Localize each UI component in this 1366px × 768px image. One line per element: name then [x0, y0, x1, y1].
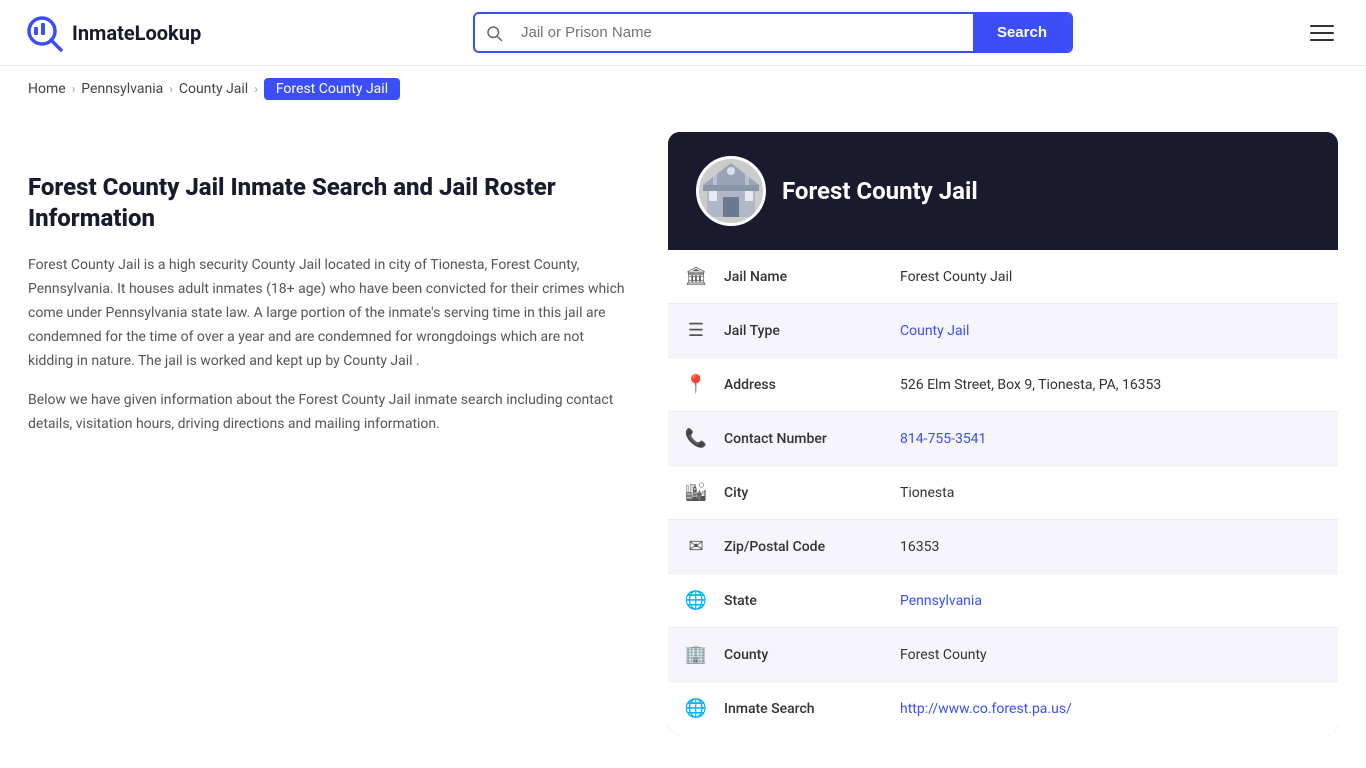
search-icon [485, 24, 503, 42]
jail-avatar [696, 156, 766, 226]
card-header: Forest County Jail [668, 132, 1338, 250]
row-link[interactable]: 814-755-3541 [900, 431, 986, 447]
row-icon: 🏛 [668, 250, 724, 303]
breadcrumb: Home › Pennsylvania › County Jail › Fore… [0, 66, 1366, 112]
row-icon: 🏙 [668, 466, 724, 519]
breadcrumb-sep-3: › [254, 82, 258, 96]
hamburger-line-1 [1310, 25, 1334, 27]
row-icon: 🌐 [668, 574, 724, 627]
page-title: Forest County Jail Inmate Search and Jai… [28, 172, 628, 234]
row-value[interactable]: 814-755-3541 [884, 415, 1338, 463]
row-label: Address [724, 361, 884, 409]
row-value[interactable]: http://www.co.forest.pa.us/ [884, 685, 1338, 733]
site-header: InmateLookup Search [0, 0, 1366, 66]
row-label: Inmate Search [724, 685, 884, 733]
hamburger-line-3 [1310, 39, 1334, 41]
search-area: Search [264, 12, 1282, 53]
table-row: 🏢CountyForest County [668, 628, 1338, 682]
row-link[interactable]: http://www.co.forest.pa.us/ [900, 701, 1072, 717]
description-paragraph-1: Forest County Jail is a high security Co… [28, 254, 628, 373]
row-icon: 🏢 [668, 628, 724, 681]
table-row: 🏛Jail NameForest County Jail [668, 250, 1338, 304]
row-value: Forest County [884, 631, 1338, 679]
row-label: State [724, 577, 884, 625]
search-form: Search [473, 12, 1073, 53]
description-paragraph-2: Below we have given information about th… [28, 389, 628, 437]
logo-icon [24, 13, 64, 53]
row-label: Jail Type [724, 307, 884, 355]
row-value: Forest County Jail [884, 253, 1338, 301]
search-icon-wrap [475, 14, 513, 51]
breadcrumb-sep-1: › [72, 82, 76, 96]
table-row: 📍Address526 Elm Street, Box 9, Tionesta,… [668, 358, 1338, 412]
main-content: Forest County Jail Inmate Search and Jai… [0, 112, 1366, 755]
row-value: 16353 [884, 523, 1338, 571]
row-label: City [724, 469, 884, 517]
info-card: Forest County Jail 🏛Jail NameForest Coun… [668, 132, 1338, 735]
left-panel: Forest County Jail Inmate Search and Jai… [28, 132, 668, 735]
row-link[interactable]: Pennsylvania [900, 593, 982, 609]
breadcrumb-state[interactable]: Pennsylvania [81, 81, 163, 97]
table-row: ✉Zip/Postal Code16353 [668, 520, 1338, 574]
table-row: 🌐State Pennsylvania [668, 574, 1338, 628]
row-label: Zip/Postal Code [724, 523, 884, 571]
row-icon: ☰ [668, 304, 724, 357]
breadcrumb-home[interactable]: Home [28, 81, 66, 97]
hamburger-button[interactable] [1302, 17, 1342, 49]
hamburger-line-2 [1310, 32, 1334, 34]
row-label: County [724, 631, 884, 679]
breadcrumb-type[interactable]: County Jail [179, 81, 248, 97]
row-value: Tionesta [884, 469, 1338, 517]
breadcrumb-current: Forest County Jail [264, 78, 400, 100]
row-icon: 📍 [668, 358, 724, 411]
jail-building-icon [699, 159, 763, 223]
card-title: Forest County Jail [782, 177, 978, 205]
row-label: Contact Number [724, 415, 884, 463]
row-link[interactable]: County Jail [900, 323, 969, 339]
row-value[interactable]: County Jail [884, 307, 1338, 355]
table-row: 🌐Inmate Search http://www.co.forest.pa.us… [668, 682, 1338, 735]
breadcrumb-sep-2: › [169, 82, 173, 96]
row-value: 526 Elm Street, Box 9, Tionesta, PA, 163… [884, 361, 1338, 409]
search-button[interactable]: Search [973, 14, 1071, 51]
row-icon: ✉ [668, 520, 724, 573]
search-input[interactable] [513, 14, 973, 51]
logo-text: InmateLookup [72, 21, 201, 45]
row-icon: 📞 [668, 412, 724, 465]
table-row: 🏙CityTionesta [668, 466, 1338, 520]
row-label: Jail Name [724, 253, 884, 301]
table-row: ☰Jail Type County Jail [668, 304, 1338, 358]
table-row: 📞Contact Number 814-755-3541 [668, 412, 1338, 466]
row-icon: 🌐 [668, 682, 724, 735]
logo-link[interactable]: InmateLookup [24, 13, 244, 53]
row-value[interactable]: Pennsylvania [884, 577, 1338, 625]
info-table: 🏛Jail NameForest County Jail☰Jail TypeCo… [668, 250, 1338, 735]
